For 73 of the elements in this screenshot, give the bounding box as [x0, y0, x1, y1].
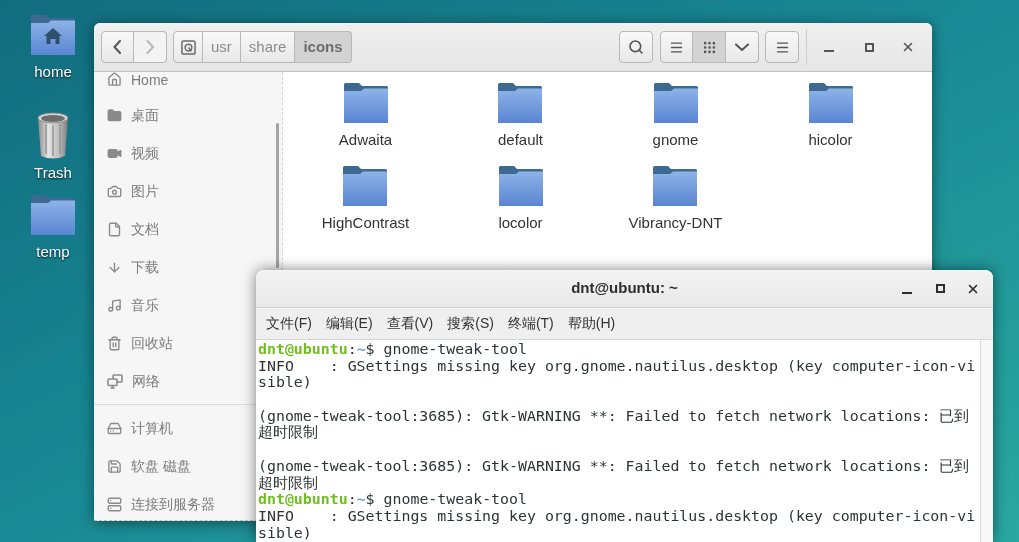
terminal-line: INFO : GSettings missing key org.gnome.nautilus.desktop (key computer-icon-vi [258, 507, 977, 525]
folder-icon [808, 83, 853, 123]
terminal-line: dnt@ubuntu:~$ gnome-tweak-tool [258, 491, 528, 508]
sidebar-item[interactable]: 连接到服务器 [94, 485, 252, 521]
back-button[interactable] [101, 31, 134, 63]
minimize-icon [902, 291, 912, 294]
terminal-line: (gnome-tweak-tool:3685): Gtk-WARNING **: Failed to fetch network locations: 已到 [258, 407, 971, 425]
menu-item[interactable]: 终端(T) [501, 310, 560, 337]
music-notes-icon [107, 297, 122, 313]
folder-item[interactable]: HighContrast [318, 166, 413, 232]
path-button[interactable]: icons [295, 31, 352, 63]
menu-button[interactable] [765, 31, 799, 63]
folder-item[interactable]: hicolor [805, 83, 856, 149]
server-icon [107, 496, 122, 512]
terminal-line: 超时限制 [258, 424, 318, 442]
folder-item[interactable]: Adwaita [335, 83, 396, 149]
scrollbar-thumb[interactable] [276, 123, 279, 268]
path-button[interactable]: share [240, 31, 296, 63]
menu-item[interactable]: 搜索(S) [441, 310, 500, 337]
terminal-line: INFO : GSettings missing key org.gnome.nautilus.desktop (key computer-icon-vi [258, 357, 977, 375]
list-view-button[interactable] [660, 31, 693, 63]
list-view-icon [669, 39, 684, 55]
maximize-icon [935, 284, 945, 293]
search-button[interactable] [619, 31, 653, 63]
maximize-icon [864, 42, 874, 52]
folder-item[interactable]: Vibrancy-DNT [625, 166, 726, 232]
sidebar-item[interactable]: 网络 [94, 362, 252, 400]
caret-icon [735, 42, 749, 52]
menu-item[interactable]: 查看(V) [380, 310, 440, 337]
menu-item[interactable]: 文件(F) [260, 310, 318, 337]
terminal-line: (gnome-tweak-tool:3685): Gtk-WARNING **: Failed to fetch network locations: 已到 [258, 457, 971, 475]
home-icon [107, 72, 122, 87]
folder-item[interactable]: locolor [495, 166, 546, 232]
menu-item[interactable]: 编辑(E) [319, 310, 379, 337]
trash-icon [107, 335, 122, 351]
folder-icon [31, 195, 75, 235]
down-arrow-icon [107, 259, 122, 275]
sidebar-item[interactable]: 计算机 [94, 409, 252, 447]
terminal-line: sible) [258, 524, 313, 542]
view-options-button[interactable] [726, 31, 759, 63]
folder-icon [107, 107, 122, 123]
path-button[interactable]: usr [203, 31, 241, 63]
folder-icon [653, 83, 698, 123]
grid-view-button[interactable] [693, 31, 726, 63]
terminal-line: 超时限制 [258, 474, 318, 492]
camera-icon [107, 183, 122, 199]
drive-button[interactable] [173, 31, 203, 63]
sidebar-item[interactable]: 软盘 磁盘 [94, 447, 252, 485]
search-icon [628, 39, 644, 55]
menu-icon [774, 39, 790, 55]
sidebar-item[interactable]: 回收站 [94, 324, 252, 362]
close-icon [901, 40, 915, 54]
drive-icon [107, 420, 122, 436]
folder-icon [498, 166, 543, 206]
grid-view-icon [701, 39, 717, 55]
minimize-icon [824, 50, 834, 52]
folder-item[interactable]: default [494, 83, 546, 149]
terminal-line: dnt@ubuntu:~$ gnome-tweak-tool [258, 341, 528, 358]
sidebar-item[interactable]: 音乐 [94, 286, 252, 324]
scrollbar-track[interactable] [980, 340, 993, 542]
folder-icon [343, 166, 388, 206]
folder-icon [653, 166, 698, 206]
document-icon [107, 221, 122, 237]
drive-icon [180, 39, 196, 55]
terminal-line: sible) [258, 374, 313, 392]
folder-icon [343, 83, 388, 123]
window-title: dnt@ubuntu: ~ [571, 278, 678, 299]
trash-can-icon [36, 112, 70, 160]
folder-icon [498, 83, 543, 123]
monitors-icon [107, 373, 123, 389]
folder-item[interactable]: gnome [649, 83, 702, 149]
menu-item[interactable]: 帮助(H) [561, 310, 622, 337]
home-folder-icon [31, 15, 75, 55]
